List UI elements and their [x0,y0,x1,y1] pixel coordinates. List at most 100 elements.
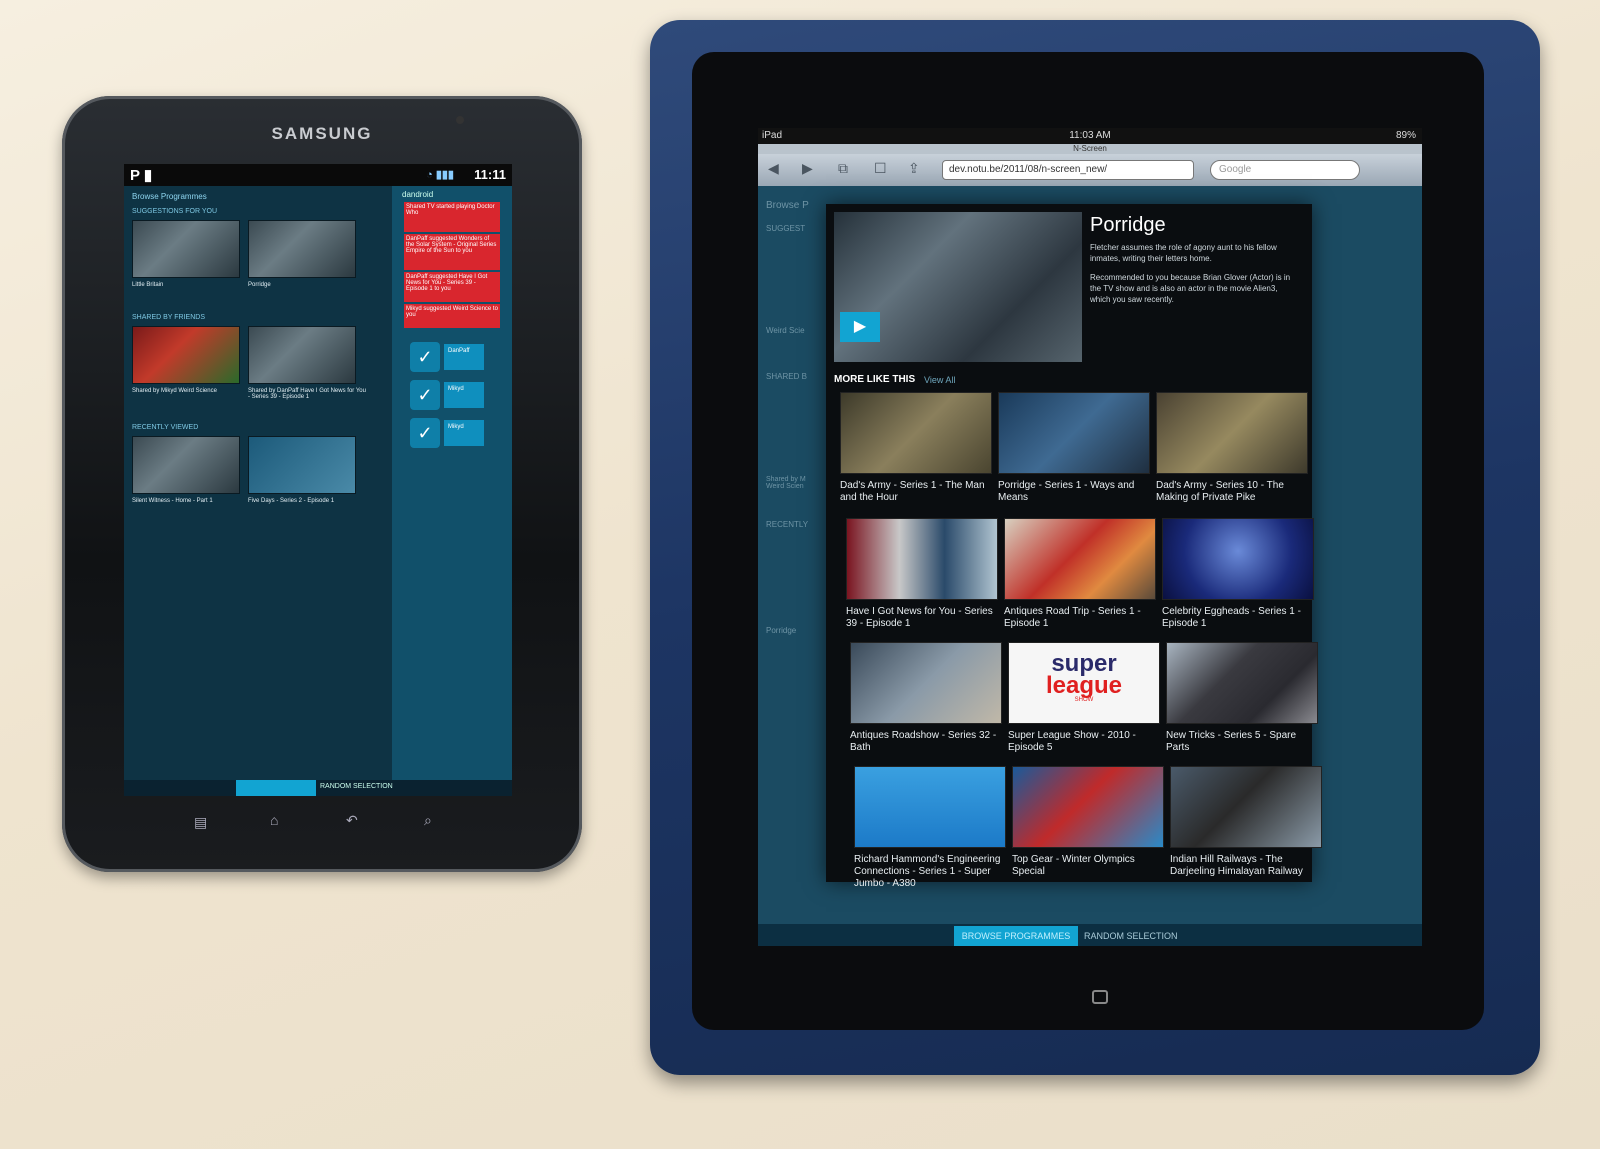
share-icon[interactable]: ⇪ [908,160,920,177]
grid-caption: Dad's Army - Series 1 - The Man and the … [840,480,985,503]
thumb-caption: Five Days - Series 2 - Episode 1 [248,498,335,504]
menu-icon[interactable]: ▤ [194,814,207,831]
bottom-tab-bar: BROWSE PROGRAMMES RANDOM SELECTION [758,924,1422,946]
bg-label: SUGGEST [766,224,806,233]
view-all-link[interactable]: View All [924,375,955,385]
thumb-caption: Porridge [248,282,271,288]
grid-caption: Super League Show - 2010 - Episode 5 [1008,730,1136,753]
browse-tab-highlight[interactable] [236,780,316,796]
safari-toolbar: ◀ ▶ ⧉ ☐ ⇪ dev.notu.be/2011/08/n-screen_n… [758,154,1422,186]
thumb-five-days[interactable] [248,436,356,494]
section-title: RECENTLY VIEWED [132,424,199,431]
clock: 11:03 AM [1069,130,1111,141]
pages-icon[interactable]: ⧉ [838,160,848,177]
bottom-tab-bar: RANDOM SELECTION [124,780,512,796]
grid-caption: Richard Hammond's Engineering Connection… [854,854,1001,889]
samsung-tablet: SAMSUNG P ▮ ◔ ▮▮▮ 11:11 Browse Programme… [62,96,582,872]
grid-thumb [1170,766,1322,848]
browse-title: Browse Programmes [132,192,207,201]
grid-thumb [1166,642,1318,724]
thumb-have-i-got-news[interactable] [248,326,356,384]
grid-caption: Have I Got News for You - Series 39 - Ep… [846,606,993,629]
bg-label: Shared by M Weird Scien [766,476,806,490]
back-icon[interactable]: ↶ [346,812,358,829]
grid-thumb [998,392,1150,474]
thumb-silent-witness[interactable] [132,436,240,494]
android-status-bar: P ▮ ◔ ▮▮▮ 11:11 [124,164,512,186]
activity-panel: dandroid Shared TV started playing Docto… [392,186,512,780]
forward-arrow-icon[interactable]: ▶ [802,160,813,177]
grid-caption: Top Gear - Winter Olympics Special [1012,854,1135,877]
random-selection-tab[interactable]: RANDOM SELECTION [1084,926,1178,946]
grid-caption: Indian Hill Railways - The Darjeeling Hi… [1170,854,1303,877]
thumb-weird-science[interactable] [132,326,240,384]
section-title: SUGGESTIONS FOR YOU [132,208,218,215]
user-name: dandroid [402,190,434,199]
search-field[interactable]: Google [1210,160,1360,180]
grid-item[interactable]: super league SHOW Super League Show - 20… [1008,642,1160,754]
grid-item[interactable]: Richard Hammond's Engineering Connection… [854,766,1006,890]
friend-label: Mikyd [444,382,484,408]
notification-item[interactable]: DanPaff suggested Have I Got News for Yo… [404,272,500,302]
play-icon[interactable]: ▶ [840,312,880,342]
grid-item[interactable]: Top Gear - Winter Olympics Special [1012,766,1164,878]
grid-item[interactable]: Celebrity Eggheads - Series 1 - Episode … [1162,518,1314,630]
home-icon[interactable]: ⌂ [270,812,278,828]
grid-caption: Porridge - Series 1 - Ways and Means [998,480,1135,503]
grid-thumb [854,766,1006,848]
bg-label: Porridge [766,626,797,635]
samsung-logo: SAMSUNG [271,124,373,143]
ipad-screen: iPad 11:03 AM 89% N-Screen ◀ ▶ ⧉ ☐ ⇪ dev… [758,128,1422,946]
notification-item[interactable]: Mikyd suggested Weird Science to you [404,304,500,328]
logo-text: league [1045,672,1123,699]
bg-label: RECENTLY [766,520,809,529]
grid-item[interactable]: Dad's Army - Series 10 - The Making of P… [1156,392,1308,504]
bg-label: Browse P [766,200,809,211]
thumb-caption: Shared by Mikyd Weird Science [132,388,217,394]
grid-item[interactable]: Antiques Roadshow - Series 32 - Bath [850,642,1002,754]
friend-check-icon[interactable]: ✓ [410,418,440,448]
bg-label: SHARED B [766,372,807,381]
grid-thumb [846,518,998,600]
thumb-porridge[interactable] [248,220,356,278]
thumb-little-britain[interactable] [132,220,240,278]
friend-label: Mikyd [444,420,484,446]
grid-thumb [840,392,992,474]
ios-status-bar: iPad 11:03 AM 89% [758,128,1422,144]
battery-level: 89% [1395,130,1416,141]
friend-check-icon[interactable]: ✓ [410,380,440,410]
address-bar[interactable]: dev.notu.be/2011/08/n-screen_new/ [942,160,1194,180]
grid-item[interactable]: Have I Got News for You - Series 39 - Ep… [846,518,998,630]
grid-item[interactable]: Dad's Army - Series 1 - The Man and the … [840,392,992,504]
browse-panel: Browse Programmes SUGGESTIONS FOR YOU Li… [124,186,392,780]
grid-thumb [1156,392,1308,474]
samsung-screen: P ▮ ◔ ▮▮▮ 11:11 Browse Programmes SUGGES… [124,164,512,796]
grid-thumb [850,642,1002,724]
bookmarks-icon[interactable]: ☐ [874,160,887,177]
status-time: 11:11 [474,167,506,182]
app-p-icon: P ▮ [130,167,153,184]
thumb-caption: Silent Witness - Home - Part 1 [132,498,213,504]
front-camera [456,116,464,124]
super-league-logo: super league SHOW [1008,642,1160,724]
search-icon[interactable]: ⌕ [424,812,432,829]
friend-label: DanPaff [444,344,484,370]
grid-caption: Dad's Army - Series 10 - The Making of P… [1156,480,1284,503]
notification-item[interactable]: Shared TV started playing Doctor Who [404,202,500,232]
grid-item[interactable]: Antiques Road Trip - Series 1 - Episode … [1004,518,1156,630]
grid-thumb [1162,518,1314,600]
grid-thumb [1004,518,1156,600]
back-arrow-icon[interactable]: ◀ [768,160,779,177]
random-selection-tab[interactable]: RANDOM SELECTION [320,783,393,790]
programme-description: Fletcher assumes the role of agony aunt … [1090,243,1277,263]
grid-item[interactable]: Indian Hill Railways - The Darjeeling Hi… [1170,766,1322,878]
browse-programmes-tab[interactable]: BROWSE PROGRAMMES [954,926,1078,946]
notification-item[interactable]: DanPaff suggested Wonders of the Solar S… [404,234,500,270]
grid-caption: Antiques Roadshow - Series 32 - Bath [850,730,997,753]
home-button-icon[interactable] [1092,990,1108,1004]
grid-item[interactable]: Porridge - Series 1 - Ways and Means [998,392,1150,504]
grid-item[interactable]: New Tricks - Series 5 - Spare Parts [1166,642,1318,754]
friend-check-icon[interactable]: ✓ [410,342,440,372]
section-title: SHARED BY FRIENDS [132,314,205,321]
thumb-caption: Little Britain [132,282,164,288]
